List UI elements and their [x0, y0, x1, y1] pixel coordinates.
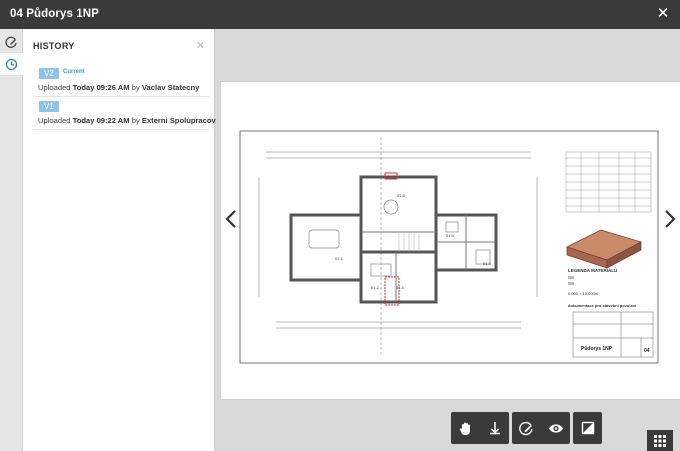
eye-icon[interactable] [541, 412, 570, 444]
hand-pan-icon[interactable] [451, 412, 480, 444]
version-badge: V1 [39, 101, 59, 112]
close-icon[interactable]: ✕ [654, 4, 672, 24]
history-panel: HISTORY ✕ V2 Current Uploaded Today 09:2… [23, 29, 227, 451]
room-label: 01.1 [335, 256, 344, 261]
doc-type-label: dokumentace pro stavební povolení [568, 303, 637, 308]
sheet-number: 04 [644, 348, 650, 354]
drawing-sheet[interactable]: 01.6 01.1 01.5 01.3 01.4 01.2 LEGENDA MA… [220, 81, 680, 400]
markup-toolbar [512, 412, 570, 444]
room-label: 01.3 [483, 261, 492, 266]
version-badge: V2 [39, 68, 59, 79]
version-item[interactable]: V1 Uploaded Today 09:22 AM by Externi Sp… [33, 99, 227, 130]
legend-title: LEGENDA MATERIÁLŮ [568, 266, 617, 273]
compare-icon[interactable] [573, 412, 602, 444]
version-upload-info: Uploaded Today 09:26 AM by Vaclav Statec… [38, 83, 200, 92]
compare-toolbar [573, 412, 602, 444]
floor-plan-drawing: 01.6 01.1 01.5 01.3 01.4 01.2 LEGENDA MA… [239, 130, 659, 364]
panel-close-icon[interactable]: ✕ [196, 39, 205, 52]
previous-page-icon[interactable] [223, 204, 239, 234]
title-bar: 04 Půdorys 1NP ✕ [0, 0, 680, 29]
version-upload-info: Uploaded Today 09:22 AM by Externi Spolu… [38, 116, 227, 125]
room-label: 01.2 [371, 285, 380, 290]
next-page-icon[interactable] [662, 204, 678, 234]
room-label: 01.5 [446, 233, 455, 238]
sheet-title: Půdorys 1NP [581, 345, 613, 352]
elevation-label: 0.000 = 10,000m [568, 291, 599, 296]
grid-icon[interactable] [647, 430, 673, 451]
document-viewer: 01.6 01.1 01.5 01.3 01.4 01.2 LEGENDA MA… [216, 29, 680, 451]
navigation-toolbar [451, 412, 509, 444]
markup-pen-icon[interactable] [512, 412, 541, 444]
download-icon[interactable] [480, 412, 509, 444]
version-item[interactable]: V2 Current Uploaded Today 09:26 AM by Va… [33, 66, 209, 97]
history-title: HISTORY [33, 41, 75, 51]
markup-icon[interactable] [0, 31, 23, 53]
document-title: 04 Půdorys 1NP [10, 8, 99, 20]
room-label: 01.6 [397, 193, 406, 198]
current-label: Current [63, 69, 85, 75]
sidebar-rail [0, 29, 23, 451]
history-clock-icon[interactable] [0, 53, 23, 75]
room-label: 01.4 [396, 285, 405, 290]
